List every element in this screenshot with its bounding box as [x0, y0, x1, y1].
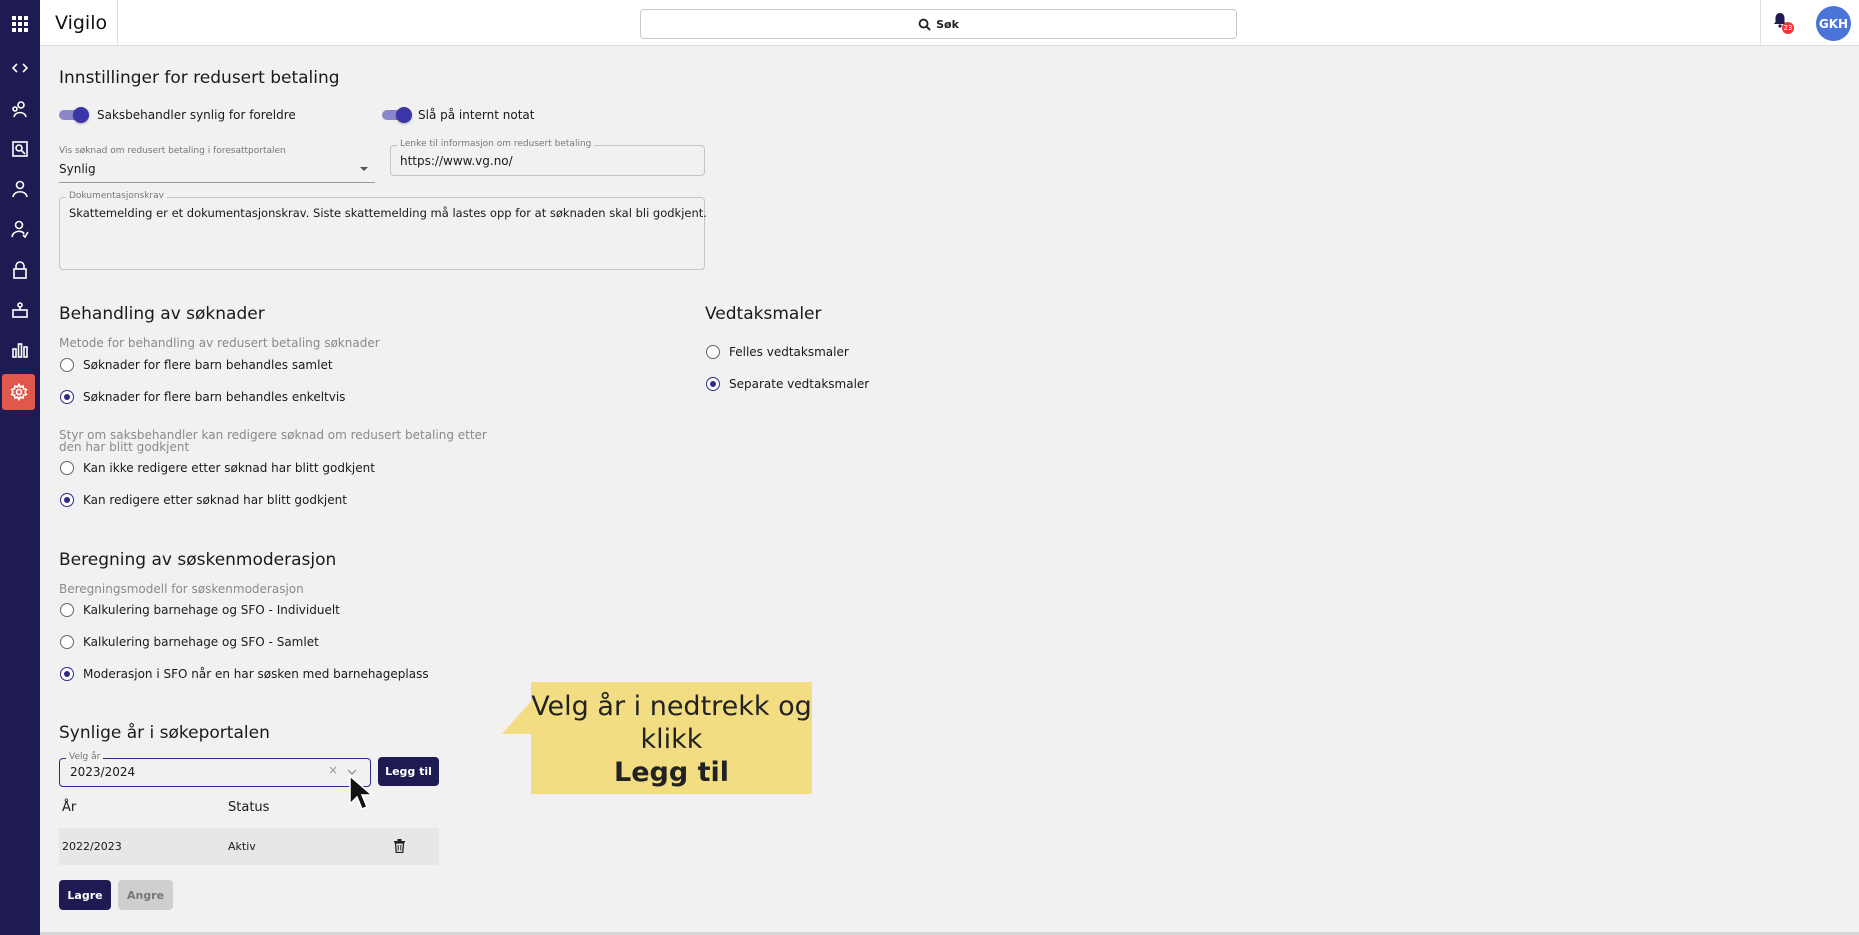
documentation-label: Dokumentasjonskrav — [66, 191, 167, 201]
app-title: Vigilo — [40, 0, 118, 46]
show-application-label: Vis søknad om redusert betaling i foresa… — [59, 146, 286, 156]
notifications-button[interactable]: 23 — [1772, 12, 1796, 36]
mouse-cursor-icon — [349, 774, 374, 810]
template-radio-shared[interactable] — [706, 345, 720, 359]
search-label: Søk — [936, 17, 959, 31]
edit-radio-yes[interactable] — [60, 493, 74, 507]
reduced-payment-title: Innstillinger for redusert betaling — [59, 68, 340, 88]
template-option-separate: Separate vedtaksmaler — [729, 377, 870, 391]
info-link-value: https://www.vg.no/ — [400, 154, 513, 168]
header-divider — [1760, 0, 1761, 46]
year-select-label: Velg år — [66, 752, 104, 762]
trash-icon[interactable] — [393, 839, 406, 853]
sibling-option-sfo: Moderasjon i SFO når en har søsken med b… — [83, 667, 429, 681]
show-application-select[interactable]: Synlig — [59, 162, 96, 176]
method-radio-individual[interactable] — [60, 390, 74, 404]
column-header-year: År — [62, 800, 77, 815]
caret-down-icon[interactable] — [359, 166, 369, 172]
edit-option-yes: Kan redigere etter søknad har blitt godk… — [83, 493, 347, 507]
sibling-radio-combined[interactable] — [60, 635, 74, 649]
processing-title: Behandling av søknader — [59, 304, 265, 324]
notification-badge: 23 — [1782, 22, 1794, 34]
method-label: Metode for behandling av redusert betali… — [59, 336, 380, 350]
documentation-value: Skattemelding er et dokumentasjonskrav. … — [69, 206, 707, 220]
avatar[interactable]: GKH — [1816, 6, 1851, 41]
gear-icon[interactable] — [2, 374, 35, 410]
select-underline — [59, 182, 375, 183]
search-input[interactable]: Søk — [640, 9, 1237, 39]
callout-line3: Legg til — [614, 757, 729, 788]
code-icon[interactable] — [0, 50, 40, 86]
sibling-radio-individual[interactable] — [60, 603, 74, 617]
visible-for-parents-toggle[interactable] — [59, 107, 89, 123]
sibling-title: Beregning av søskenmoderasjon — [59, 550, 337, 570]
callout-tail — [502, 700, 532, 734]
visible-for-parents-label: Saksbehandler synlig for foreldre — [97, 108, 296, 122]
search-icon — [918, 18, 931, 31]
column-header-status: Status — [228, 800, 270, 815]
bar-chart-icon[interactable] — [0, 332, 40, 368]
row-year: 2022/2023 — [62, 840, 122, 853]
callout-line2: klikk — [640, 724, 703, 755]
info-link-label: Lenke til informasjon om redusert betali… — [397, 139, 595, 149]
clear-icon[interactable]: × — [328, 763, 338, 777]
internal-note-label: Slå på internt notat — [418, 108, 535, 122]
templates-title: Vedtaksmaler — [705, 304, 822, 324]
callout-line1: Velg år i nedtrekk og — [531, 691, 812, 722]
person-check-icon[interactable] — [0, 211, 40, 247]
year-select-value: 2023/2024 — [70, 765, 136, 779]
lock-icon[interactable] — [0, 252, 40, 288]
children-icon[interactable] — [0, 91, 40, 127]
apps-grid-icon[interactable] — [0, 6, 40, 42]
internal-note-toggle[interactable] — [382, 107, 412, 123]
edit-radio-no[interactable] — [60, 461, 74, 475]
method-radio-combined[interactable] — [60, 358, 74, 372]
instruction-callout: Velg år i nedtrekk og klikk Legg til — [531, 682, 812, 794]
cancel-button[interactable]: Angre — [118, 880, 173, 910]
method-option-combined: Søknader for flere barn behandles samlet — [83, 358, 333, 372]
report-icon[interactable] — [0, 131, 40, 167]
method-option-individual: Søknader for flere barn behandles enkelt… — [83, 390, 346, 404]
sibling-radio-sfo[interactable] — [60, 667, 74, 681]
sibling-option-combined: Kalkulering barnehage og SFO - Samlet — [83, 635, 319, 649]
years-title: Synlige år i søkeportalen — [59, 723, 270, 743]
template-radio-separate[interactable] — [706, 377, 720, 391]
building-icon[interactable] — [0, 292, 40, 328]
top-header: Vigilo Søk 23 GKH — [40, 0, 1859, 46]
person-icon[interactable] — [0, 171, 40, 207]
save-button[interactable]: Lagre — [59, 880, 111, 910]
add-year-button[interactable]: Legg til — [378, 757, 439, 786]
edit-option-no: Kan ikke redigere etter søknad har blitt… — [83, 461, 375, 475]
sibling-model-label: Beregningsmodell for søskenmoderasjon — [59, 582, 304, 596]
row-status: Aktiv — [228, 840, 256, 853]
sidebar — [0, 0, 40, 935]
sibling-option-individual: Kalkulering barnehage og SFO - Individue… — [83, 603, 340, 617]
edit-label-line2: den har blitt godkjent — [59, 440, 190, 454]
template-option-shared: Felles vedtaksmaler — [729, 345, 849, 359]
